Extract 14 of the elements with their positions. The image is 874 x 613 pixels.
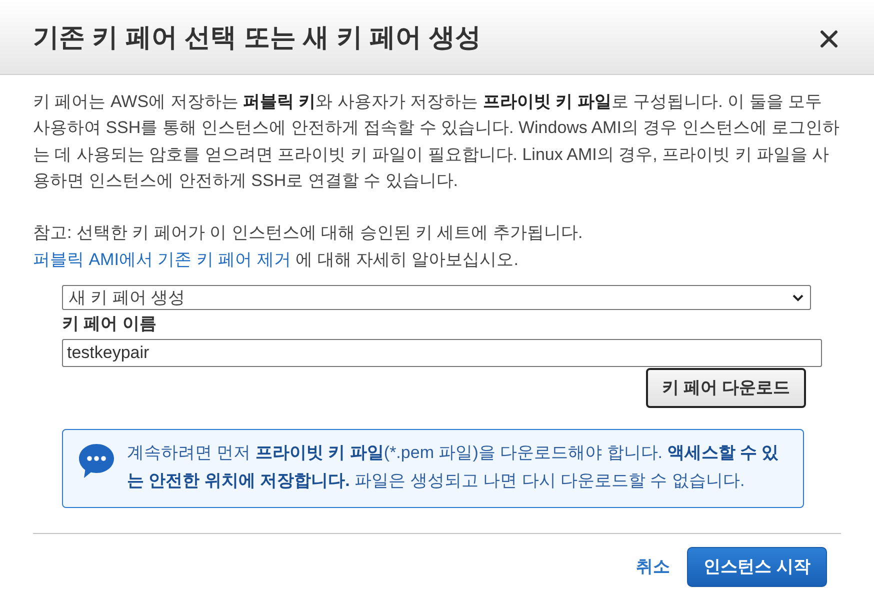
info-text: 계속하려면 먼저 프라이빗 키 파일(*.pem 파일)을 다운로드해야 합니다. 액세스할 수 있는 안전한 위치에 저장합니다. 파일은 생성되고 나면 다시 다운로드할 수 없습니다. xyxy=(127,442,780,492)
chevron-down-icon xyxy=(792,294,804,302)
note-text: 참고: 선택한 키 페어가 이 인스턴스에 대해 승인된 키 세트에 추가됩니다. 퍼블릭 AMI에서 기존 키 페어 제거 에 대해 자세히 알아보십시오. xyxy=(33,222,584,271)
dialog-title: 기존 키 페어 선택 또는 새 키 페어 생성 xyxy=(33,24,481,50)
chat-bubble-icon xyxy=(78,443,115,480)
download-key-pair-button[interactable]: 키 페어 다운로드 xyxy=(646,368,806,408)
close-icon[interactable] xyxy=(820,30,838,48)
description-text: 키 페어는 AWS에 저장하는 퍼블릭 키와 사용자가 저장하는 프라이빗 키 파일로 구성됩니다. 이 둘을 모두 사용하여 SSH를 통해 인스턴스에 안전하게 접속할 수 있습니다. Windows AMI의 경우 인스턴스에 로그인하는 데 사용되는 암호를 얻으려면 프라이빗 키 파일이 필요합니다. Linux AMI의 경우, 프라이빗 키 파일을 사용하면 인스턴스에 안전하게 SSH로 연결할 수 있습니다. xyxy=(33,91,841,192)
cancel-link[interactable]: 취소 xyxy=(636,554,670,580)
key-pair-name-input[interactable]: testkeypair xyxy=(62,339,822,368)
key-pair-name-label: 키 페어 이름 xyxy=(62,313,156,336)
key-pair-select[interactable]: 새 키 페어 생성 xyxy=(62,285,811,310)
launch-instance-button[interactable]: 인스턴스 시작 xyxy=(687,547,827,588)
learn-more-link[interactable]: 퍼블릭 AMI에서 기존 키 페어 제거 xyxy=(33,250,291,269)
